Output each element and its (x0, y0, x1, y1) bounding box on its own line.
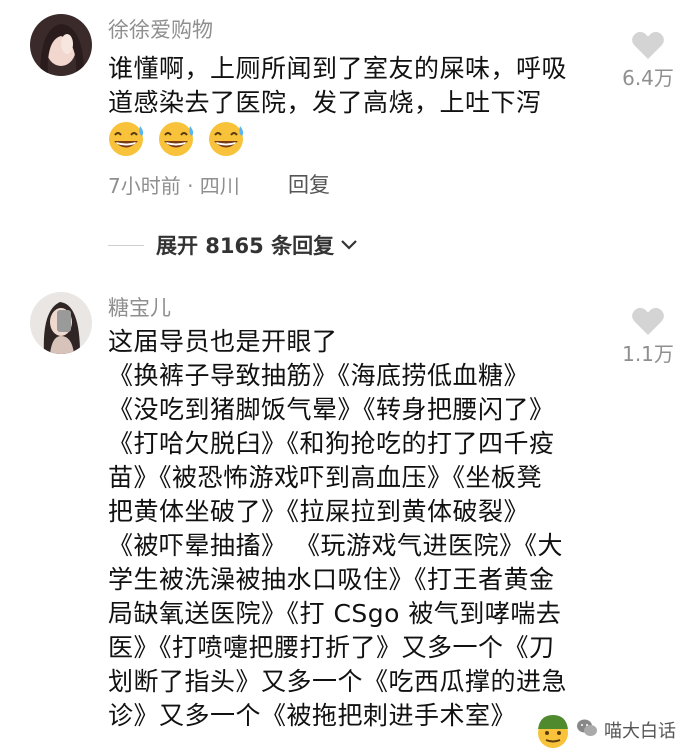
reply-button[interactable]: 回复 (288, 169, 330, 199)
watermark-text: 喵大白话 (604, 721, 676, 742)
comment-text: 这届导员也是开眼了 《换裤子导致抽筋》《海底捞低血糖》 《没吃到猪脚饭气晕》《转… (108, 325, 598, 733)
comment-text-line: 把黄体坐破了》《拉屎拉到黄体破裂》 (108, 497, 530, 526)
username[interactable]: 糖宝儿 (108, 292, 171, 322)
comment-text-line: 《打哈欠脱臼》《和狗抢吃的打了四千疫 (108, 429, 555, 458)
comment-text-line: 道感染去了医院，发了高烧，上吐下泻 (108, 88, 542, 117)
comment-text: 谁懂啊，上厕所闻到了室友的屎味，呼吸 道感染去了医院，发了高烧，上吐下泻 (108, 52, 608, 120)
emoji-row (106, 120, 250, 162)
comment-text-line: 《被吓晕抽搐》 《玩游戏气进医院》《大 (108, 531, 563, 560)
comment-text-line: 学生被洗澡被抽水口吸住》《打王者黄金 (108, 565, 555, 594)
like-count: 6.4万 (622, 66, 674, 90)
comment-text-line: 局缺氧送医院》《打 CSgo 被气到哮喘去 (108, 599, 562, 628)
laughing-with-sweat-emoji (106, 120, 150, 162)
heart-icon (613, 306, 683, 336)
username[interactable]: 徐徐爱购物 (108, 14, 213, 44)
avatar[interactable] (30, 292, 92, 354)
comment-text-line: 《没吃到猪脚饭气晕》《转身把腰闪了》 (108, 395, 555, 424)
comment-meta: 7小时前 · 四川 (108, 174, 240, 198)
like-count: 1.1万 (622, 342, 674, 366)
laughing-with-sweat-emoji (206, 120, 250, 162)
avatar[interactable] (30, 14, 92, 76)
expand-replies-label: 展开 8165 条回复 (156, 234, 335, 258)
comment-text-line: 苗》《被恐怖游戏吓到高血压》《坐板凳 (108, 463, 543, 492)
wechat-icon (576, 718, 598, 742)
like-button[interactable]: 6.4万 (613, 30, 683, 91)
divider-line (108, 244, 144, 246)
like-button[interactable]: 1.1万 (613, 306, 683, 367)
expand-replies-button[interactable]: 展开 8165 条回复 (108, 230, 358, 260)
watermark: 喵大白话 (576, 717, 676, 743)
laughing-with-sweat-emoji (156, 120, 200, 162)
comment-text-line: 医》《打喷嚏把腰打折了》又多一个《刀 (108, 633, 555, 662)
comment-text-line: 诊》又多一个《被拖把刺进手术室》 (108, 701, 517, 730)
soldier-emoji (534, 712, 572, 754)
comment-text-line: 《换裤子导致抽筋》《海底捞低血糖》 (108, 361, 530, 390)
heart-icon (613, 30, 683, 60)
comment-text-line: 谁懂啊，上厕所闻到了室友的屎味，呼吸 (108, 54, 568, 83)
comment-text-line: 划断了指头》又多一个《吃西瓜撑的进急 (108, 667, 568, 696)
comment-text-line: 这届导员也是开眼了 (108, 327, 338, 356)
chevron-down-icon (340, 236, 358, 255)
